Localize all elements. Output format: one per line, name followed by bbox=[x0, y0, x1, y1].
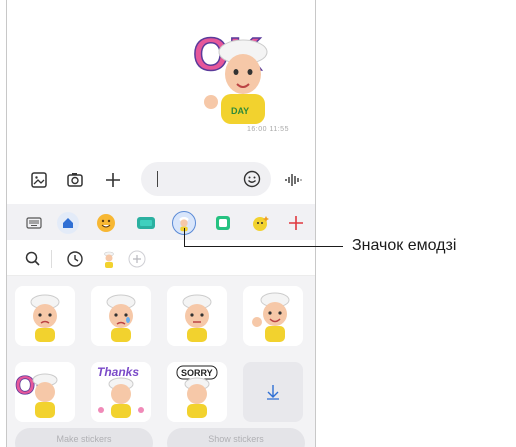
smiley-icon[interactable] bbox=[243, 170, 261, 188]
sticker-sparkle-icon[interactable] bbox=[250, 212, 272, 234]
keyboard-icon[interactable] bbox=[23, 212, 45, 234]
sticker-crying[interactable] bbox=[91, 286, 151, 346]
chat-area: OK DAY 16:00 11:55 bbox=[7, 0, 315, 150]
phone-screen: OK DAY 16:00 11:55 bbox=[6, 0, 316, 447]
sticker-subbar bbox=[7, 242, 315, 276]
sticker-neutral[interactable] bbox=[167, 286, 227, 346]
avatar-icon[interactable] bbox=[99, 249, 119, 269]
ok-sticker-message[interactable]: OK DAY bbox=[189, 18, 297, 126]
callout-line bbox=[184, 246, 343, 247]
search-icon[interactable] bbox=[23, 249, 43, 269]
waveform-icon[interactable] bbox=[283, 170, 303, 190]
sticker-sorry[interactable]: SORRY bbox=[167, 362, 227, 422]
gif-icon[interactable] bbox=[135, 212, 157, 234]
keyboard-tab-bar bbox=[7, 204, 315, 240]
plus-icon[interactable] bbox=[103, 170, 123, 190]
download-icon bbox=[267, 385, 279, 400]
image-icon[interactable] bbox=[29, 170, 49, 190]
callout-label: Значок емодзі bbox=[352, 237, 457, 254]
message-input[interactable] bbox=[141, 162, 271, 196]
plus-icon[interactable] bbox=[127, 249, 147, 269]
sticker-ok[interactable]: OK bbox=[15, 362, 75, 422]
camera-icon[interactable] bbox=[65, 170, 85, 190]
text-caret bbox=[157, 171, 158, 187]
clock-icon[interactable] bbox=[65, 249, 85, 269]
make-stickers-button[interactable]: Make stickers bbox=[15, 428, 153, 447]
sticker-sad[interactable] bbox=[15, 286, 75, 346]
home-icon[interactable] bbox=[57, 212, 79, 234]
bitmoji-icon[interactable] bbox=[212, 212, 234, 234]
message-composer bbox=[7, 160, 315, 200]
divider bbox=[51, 250, 52, 268]
add-icon[interactable] bbox=[285, 212, 307, 234]
show-stickers-button[interactable]: Show stickers bbox=[167, 428, 305, 447]
sticker-sorry-text: SORRY bbox=[181, 368, 213, 378]
download-more-cell[interactable] bbox=[243, 362, 303, 422]
sticker-thanks[interactable]: Thanks bbox=[91, 362, 151, 422]
sticker-waving[interactable] bbox=[243, 286, 303, 346]
sticker-thanks-text: Thanks bbox=[97, 365, 139, 379]
svg-text:DAY: DAY bbox=[231, 106, 249, 116]
callout-line-stem bbox=[184, 228, 185, 247]
emoji-face-icon[interactable] bbox=[95, 212, 117, 234]
sticker-grid: OK Thanks SORRY Make stickers Show stick… bbox=[7, 276, 315, 447]
message-timestamp: 16:00 11:55 bbox=[247, 126, 289, 133]
